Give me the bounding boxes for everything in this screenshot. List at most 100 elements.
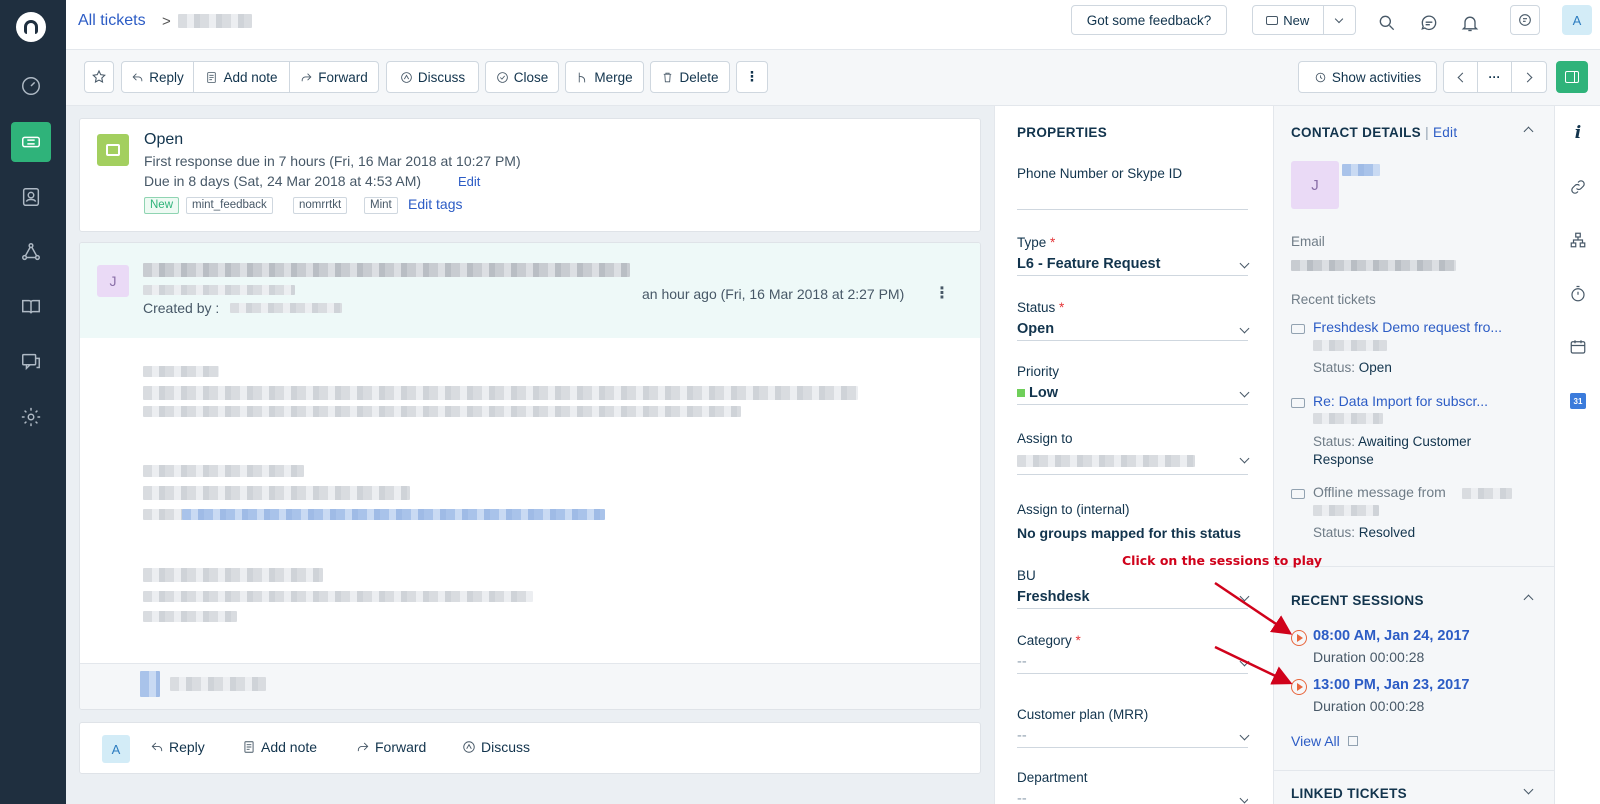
timer-icon[interactable] — [1568, 284, 1588, 304]
reply-bar-forward-label: Forward — [375, 739, 427, 755]
view-all-sessions-link[interactable]: View All — [1291, 733, 1358, 749]
email-value-redacted — [1291, 260, 1456, 271]
new-dropdown-chevron-down-icon[interactable] — [1324, 14, 1355, 23]
freshdesk-logo-icon[interactable] — [16, 12, 46, 42]
session-duration: Duration 00:00:28 — [1313, 698, 1425, 714]
forward-button[interactable]: Forward — [290, 62, 378, 92]
conversation-more-icon[interactable]: ⋮ — [934, 283, 950, 303]
status-value: Open — [1017, 321, 1055, 337]
info-icon[interactable]: i — [1568, 123, 1588, 143]
chevron-down-icon — [1239, 656, 1250, 667]
reply-bar-discuss-button[interactable]: Discuss — [462, 739, 530, 755]
tag-new[interactable]: New — [144, 197, 180, 214]
department-select[interactable]: -- — [1017, 791, 1248, 804]
collapse-contact-chevron-up-icon[interactable] — [1523, 126, 1534, 137]
session-link[interactable]: 13:00 PM, Jan 23, 2017 — [1313, 677, 1469, 693]
recent-ticket-link[interactable]: Offline message from — [1313, 484, 1446, 500]
customer-plan-select[interactable]: -- — [1017, 728, 1250, 748]
first-response-due: First response due in 7 hours (Fri, 16 M… — [144, 153, 521, 169]
ticket-icon — [1266, 15, 1279, 25]
top-bar: All tickets > Got some feedback? New A — [66, 0, 1600, 50]
search-icon[interactable] — [1373, 9, 1401, 37]
priority-select[interactable]: Low — [1017, 385, 1250, 405]
toggle-sidebar-panel-icon[interactable] — [1556, 61, 1588, 93]
show-activities-button[interactable]: Show activities — [1298, 61, 1437, 93]
category-select[interactable]: -- — [1017, 654, 1250, 674]
add-note-label: Add note — [223, 69, 278, 85]
session-link[interactable]: 08:00 AM, Jan 24, 2017 — [1313, 628, 1470, 644]
feedback-button[interactable]: Got some feedback? — [1071, 5, 1227, 35]
edit-due-link[interactable]: Edit — [458, 174, 480, 189]
solutions-book-icon[interactable] — [11, 287, 51, 327]
discuss-button[interactable]: Discuss — [386, 61, 479, 93]
notifications-bell-icon[interactable] — [1456, 9, 1484, 37]
reply-bar-add-note-button[interactable]: Add note — [242, 739, 317, 755]
linked-tickets-heading: LINKED TICKETS — [1291, 786, 1407, 801]
merge-label: Merge — [594, 69, 633, 85]
contact-details-panel: CONTACT DETAILS | Edit J Email Recent ti… — [1274, 106, 1554, 804]
conversation-time: an hour ago (Fri, 16 Mar 2018 at 2:27 PM… — [642, 286, 905, 302]
ticket-icon — [1291, 489, 1305, 499]
bu-select[interactable]: Freshdesk — [1017, 589, 1250, 609]
priority-label: Priority — [1017, 364, 1060, 379]
message-link-redacted[interactable] — [182, 509, 605, 520]
more-actions-button[interactable]: ⋮ — [736, 61, 768, 93]
new-button-group: New — [1252, 5, 1356, 35]
requester-avatar: J — [97, 265, 129, 297]
reply-bar-forward-button[interactable]: Forward — [356, 739, 426, 755]
add-note-button[interactable]: Add note — [194, 62, 290, 92]
reply-button[interactable]: Reply — [122, 62, 194, 92]
groups-icon[interactable] — [11, 232, 51, 272]
phone-input[interactable] — [1017, 186, 1248, 210]
tag-mint[interactable]: Mint — [364, 197, 398, 214]
new-button[interactable]: New — [1253, 6, 1324, 34]
type-select[interactable]: L6 - Feature Request — [1017, 256, 1250, 276]
assign-to-select[interactable] — [1017, 451, 1250, 475]
attachment-thumbnail[interactable] — [140, 671, 160, 697]
ticket-status-card: Open First response due in 7 hours (Fri,… — [79, 118, 981, 232]
dashboard-icon[interactable] — [11, 66, 51, 106]
ticket-list-more-button[interactable]: ··· — [1478, 62, 1512, 92]
play-session-icon[interactable] — [1291, 679, 1307, 695]
close-ticket-button[interactable]: Close — [485, 61, 559, 93]
message-line-redacted — [143, 568, 323, 582]
hierarchy-icon[interactable] — [1568, 230, 1588, 250]
contact-edit-link[interactable]: Edit — [1433, 125, 1457, 140]
ticket-status-title: Open — [144, 131, 184, 148]
link-icon[interactable] — [1568, 177, 1588, 197]
contact-name-redacted[interactable] — [1342, 164, 1380, 176]
chevron-down-icon — [1239, 453, 1250, 464]
user-avatar[interactable]: A — [1562, 5, 1592, 35]
chevron-down-icon — [1239, 591, 1250, 602]
trash-icon — [664, 72, 672, 82]
tickets-icon[interactable] — [11, 122, 51, 162]
next-ticket-chevron-right-icon[interactable] — [1512, 62, 1546, 92]
collapse-sessions-chevron-up-icon[interactable] — [1523, 594, 1534, 605]
status-select[interactable]: Open — [1017, 321, 1250, 341]
merge-button[interactable]: Merge — [565, 61, 644, 93]
reply-bar-reply-button[interactable]: Reply — [150, 739, 205, 755]
previous-ticket-chevron-left-icon[interactable] — [1444, 62, 1478, 92]
apps-icon[interactable] — [1510, 5, 1540, 35]
forums-icon[interactable] — [11, 342, 51, 382]
tag-mint-feedback[interactable]: mint_feedback — [186, 197, 273, 214]
breadcrumb-all-tickets[interactable]: All tickets — [78, 12, 146, 30]
expand-linked-chevron-down-icon[interactable] — [1523, 784, 1534, 795]
play-session-icon[interactable] — [1291, 630, 1307, 646]
reply-actions-group: Reply Add note Forward — [121, 61, 379, 93]
contacts-icon[interactable] — [11, 177, 51, 217]
settings-gear-icon[interactable] — [11, 397, 51, 437]
calendar-app-icon[interactable] — [1568, 337, 1588, 357]
department-label: Department — [1017, 770, 1088, 785]
message-line-redacted — [143, 611, 237, 622]
recent-ticket-link[interactable]: Freshdesk Demo request fro... — [1313, 319, 1502, 335]
recent-ticket-link[interactable]: Re: Data Import for subscr... — [1313, 393, 1488, 409]
star-button[interactable] — [84, 61, 114, 93]
chat-icon[interactable] — [1415, 9, 1443, 37]
email-label: Email — [1291, 234, 1325, 249]
tag-nomrrtkt[interactable]: nomrrtkt — [293, 197, 348, 214]
divider — [1274, 770, 1554, 771]
delete-button[interactable]: Delete — [650, 61, 730, 93]
edit-tags-link[interactable]: Edit tags — [408, 196, 462, 212]
google-calendar-icon[interactable]: 31 — [1568, 391, 1588, 411]
